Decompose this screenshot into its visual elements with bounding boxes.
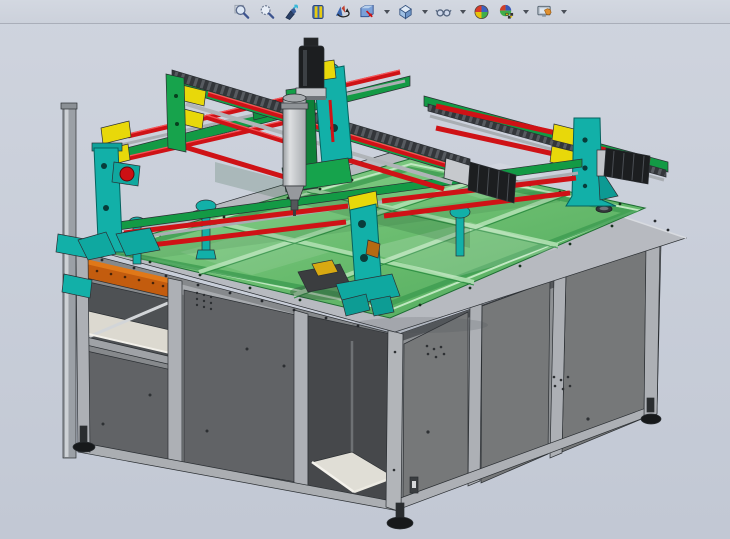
edit-appearance-icon — [473, 3, 490, 21]
zoom-to-selection-button[interactable] — [308, 2, 327, 21]
view-settings-dropdown[interactable] — [560, 2, 567, 21]
zoom-to-fit-icon — [234, 3, 251, 21]
zoom-to-selection-icon — [309, 3, 326, 21]
display-style-dropdown[interactable] — [421, 2, 428, 21]
apply-scene-button[interactable] — [497, 2, 516, 21]
open-bay — [308, 316, 394, 508]
display-style-button[interactable] — [396, 2, 415, 21]
view-settings-icon — [536, 3, 553, 21]
zoom-to-area-button[interactable] — [258, 2, 277, 21]
view-orientation-button[interactable] — [358, 2, 377, 21]
hide-show-items-dropdown[interactable] — [459, 2, 466, 21]
hide-show-items-icon — [435, 3, 452, 21]
rotate-view-icon — [334, 3, 351, 21]
view-orientation-dropdown[interactable] — [383, 2, 390, 21]
zoom-in-out-button[interactable] — [283, 2, 302, 21]
edit-appearance-button[interactable] — [472, 2, 491, 21]
view-toolbar — [0, 0, 730, 24]
application-window — [0, 0, 730, 539]
rotate-view-button[interactable] — [333, 2, 352, 21]
chevron-down-icon — [460, 10, 466, 14]
z-axis-motor — [296, 38, 326, 100]
apply-scene-dropdown[interactable] — [522, 2, 529, 21]
display-style-icon — [397, 3, 414, 21]
apply-scene-icon — [498, 3, 515, 21]
hide-show-items-button[interactable] — [434, 2, 453, 21]
zoom-to-fit-button[interactable] — [233, 2, 252, 21]
view-settings-button[interactable] — [535, 2, 554, 21]
zoom-in-out-icon — [284, 3, 301, 21]
chevron-down-icon — [422, 10, 428, 14]
zoom-to-area-icon — [259, 3, 276, 21]
view-orientation-icon — [359, 3, 376, 21]
chevron-down-icon — [523, 10, 529, 14]
chevron-down-icon — [384, 10, 390, 14]
viewport-canvas[interactable] — [0, 0, 730, 539]
corner-post — [386, 330, 403, 512]
beam-end-plate — [166, 74, 186, 152]
chevron-down-icon — [561, 10, 567, 14]
